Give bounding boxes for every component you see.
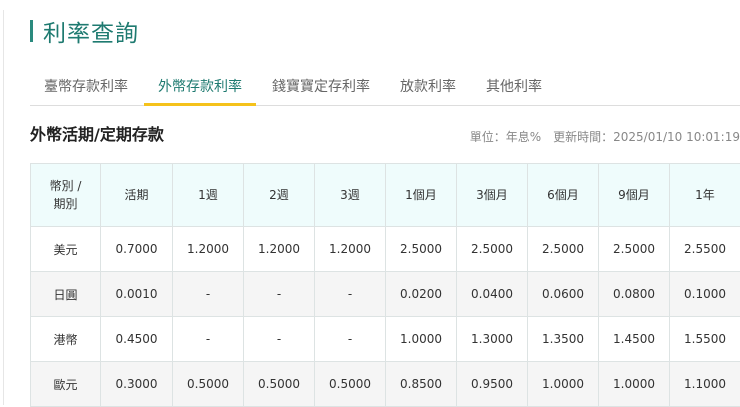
currency-cell: 日圓 — [31, 272, 101, 317]
rate-cell: 0.0010 — [101, 272, 173, 317]
rate-cell: 0.0200 — [386, 272, 457, 317]
table-header-row: 幣別 / 期別活期1週2週3週1個月3個月6個月9個月1年 — [31, 164, 740, 227]
unit-label: 單位：年息% — [470, 130, 541, 144]
rate-cell: 1.0000 — [599, 362, 670, 407]
rate-cell: 2.5000 — [386, 227, 457, 272]
tab-other-rate[interactable]: 其他利率 — [472, 68, 556, 106]
currency-cell: 美元 — [31, 227, 101, 272]
rate-cell: 1.2000 — [173, 227, 244, 272]
column-header: 2週 — [244, 164, 315, 227]
rate-tabs: 臺幣存款利率 外幣存款利率 錢寶寶定存利率 放款利率 其他利率 — [30, 68, 740, 106]
rate-cell: - — [315, 272, 386, 317]
column-header: 幣別 / 期別 — [31, 164, 101, 227]
rate-table: 幣別 / 期別活期1週2週3週1個月3個月6個月9個月1年 美元0.70001.… — [30, 163, 740, 407]
currency-cell: 歐元 — [31, 362, 101, 407]
rate-cell: - — [315, 317, 386, 362]
currency-cell: 港幣 — [31, 317, 101, 362]
column-header: 6個月 — [528, 164, 599, 227]
rate-cell: - — [244, 317, 315, 362]
page-title: 利率查詢 — [43, 14, 139, 48]
rate-cell: 0.0600 — [528, 272, 599, 317]
column-header: 1年 — [670, 164, 740, 227]
column-header: 1週 — [173, 164, 244, 227]
rate-cell: 0.7000 — [101, 227, 173, 272]
tab-kids-deposit[interactable]: 錢寶寶定存利率 — [258, 68, 384, 106]
rate-cell: 1.0000 — [386, 317, 457, 362]
rate-cell: - — [244, 272, 315, 317]
rate-cell: 0.4500 — [101, 317, 173, 362]
rate-cell: 0.3000 — [101, 362, 173, 407]
column-header: 3週 — [315, 164, 386, 227]
rate-cell: 0.5000 — [173, 362, 244, 407]
rate-cell: 0.5000 — [315, 362, 386, 407]
table-row: 日圓0.0010---0.02000.04000.06000.08000.100… — [31, 272, 740, 317]
updated-time: 更新時間：2025/01/10 10:01:19 — [553, 130, 740, 144]
tab-loan-rate[interactable]: 放款利率 — [386, 68, 470, 106]
sidebar-edge — [0, 10, 4, 405]
tab-twd-deposit[interactable]: 臺幣存款利率 — [30, 68, 142, 106]
rate-cell: 1.1000 — [670, 362, 740, 407]
table-row: 歐元0.30000.50000.50000.50000.85000.95001.… — [31, 362, 740, 407]
rate-cell: 2.5500 — [670, 227, 740, 272]
rate-cell: - — [173, 272, 244, 317]
column-header: 9個月 — [599, 164, 670, 227]
rate-cell: 1.0000 — [528, 362, 599, 407]
rate-cell: 0.5000 — [244, 362, 315, 407]
rate-cell: 2.5000 — [528, 227, 599, 272]
title-accent-bar — [30, 20, 33, 42]
rate-cell: 1.3000 — [457, 317, 528, 362]
rate-cell: 1.2000 — [244, 227, 315, 272]
table-row: 美元0.70001.20001.20001.20002.50002.50002.… — [31, 227, 740, 272]
rate-cell: 1.4500 — [599, 317, 670, 362]
tab-foreign-deposit[interactable]: 外幣存款利率 — [144, 68, 256, 106]
rate-cell: 1.5500 — [670, 317, 740, 362]
rate-cell: 1.3500 — [528, 317, 599, 362]
column-header: 1個月 — [386, 164, 457, 227]
rate-cell: 0.8500 — [386, 362, 457, 407]
rate-cell: 0.9500 — [457, 362, 528, 407]
rate-cell: 1.2000 — [315, 227, 386, 272]
rate-cell: 0.0400 — [457, 272, 528, 317]
page-header: 利率查詢 — [30, 16, 139, 46]
column-header: 3個月 — [457, 164, 528, 227]
rate-cell: 2.5000 — [599, 227, 670, 272]
table-row: 港幣0.4500---1.00001.30001.35001.45001.550… — [31, 317, 740, 362]
rate-cell: 2.5000 — [457, 227, 528, 272]
rate-cell: 0.1000 — [670, 272, 740, 317]
rate-cell: - — [173, 317, 244, 362]
rate-cell: 0.0800 — [599, 272, 670, 317]
section-title: 外幣活期/定期存款 — [30, 121, 164, 145]
column-header: 活期 — [101, 164, 173, 227]
table-meta: 單位：年息% 更新時間：2025/01/10 10:01:19 — [470, 128, 740, 145]
